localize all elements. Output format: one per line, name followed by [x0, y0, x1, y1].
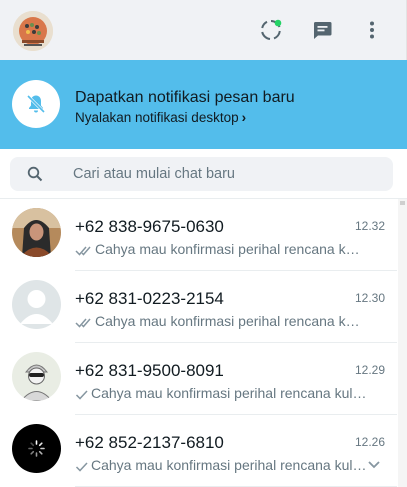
search-icon[interactable] — [27, 166, 43, 187]
contact-avatar — [12, 208, 61, 257]
search-bar — [0, 150, 407, 199]
message-time: 12.26 — [354, 435, 385, 449]
contact-name: +62 838-9675-0630 — [75, 217, 224, 236]
message-time: 12.30 — [354, 291, 385, 305]
scrollbar-thumb[interactable] — [400, 201, 405, 205]
scrollbar[interactable] — [398, 199, 407, 487]
bell-off-icon — [12, 80, 60, 128]
notification-title: Dapatkan notifikasi pesan baru — [75, 89, 295, 106]
chevron-down-icon[interactable] — [368, 461, 380, 469]
double-check-icon — [75, 318, 91, 328]
contact-name: +62 852-2137-6810 — [75, 433, 224, 452]
message-preview: Cahya mau konfirmasi perihal rencana kul… — [75, 457, 367, 473]
message-preview: Cahya mau konfirmasi perihal rencana kul… — [75, 241, 367, 257]
chat-list-item[interactable]: +62 831-0223-2154 12.30 Cahya mau konfir… — [0, 271, 397, 343]
single-check-icon — [75, 462, 88, 472]
chat-list-item[interactable]: +62 831-9500-8091 12.29 Cahya mau konfir… — [0, 343, 397, 415]
message-preview-text: Cahya mau konfirmasi perihal rencana kul… — [95, 313, 367, 329]
chat-list-item[interactable]: +62 852-2137-6810 12.26 Cahya mau konfir… — [0, 415, 397, 487]
new-chat-icon[interactable] — [310, 18, 334, 42]
sidebar-header — [0, 0, 407, 60]
message-preview-text: Cahya mau konfirmasi perihal rencana kul… — [91, 385, 367, 401]
message-preview: Cahya mau konfirmasi perihal rencana kul… — [75, 313, 367, 329]
search-box[interactable] — [10, 157, 393, 191]
double-check-icon — [75, 246, 91, 256]
message-preview-text: Cahya mau konfirmasi perihal rencana kul… — [91, 457, 367, 473]
contact-name: +62 831-9500-8091 — [75, 361, 224, 380]
chevron-right-icon: › — [241, 110, 247, 125]
chat-list: +62 838-9675-0630 12.32 Cahya mau konfir… — [0, 199, 407, 487]
profile-avatar[interactable] — [13, 11, 53, 51]
enable-desktop-notifications-link[interactable]: Nyalakan notifikasi desktop › — [75, 110, 246, 125]
menu-icon[interactable] — [360, 18, 384, 42]
contact-avatar — [12, 424, 61, 473]
message-preview-text: Cahya mau konfirmasi perihal rencana kul… — [95, 241, 367, 257]
notification-banner[interactable]: Dapatkan notifikasi pesan baru Nyalakan … — [0, 60, 407, 149]
contact-name: +62 831-0223-2154 — [75, 289, 224, 308]
message-time: 12.29 — [354, 363, 385, 377]
notification-link-label: Nyalakan notifikasi desktop — [75, 110, 239, 125]
contact-avatar — [12, 352, 61, 401]
single-check-icon — [75, 390, 88, 400]
search-input[interactable] — [73, 157, 373, 191]
status-icon[interactable] — [259, 18, 283, 42]
message-time: 12.32 — [354, 219, 385, 233]
default-avatar-icon — [12, 280, 61, 329]
message-preview: Cahya mau konfirmasi perihal rencana kul… — [75, 385, 367, 401]
chat-list-item[interactable]: +62 838-9675-0630 12.32 Cahya mau konfir… — [0, 199, 397, 271]
